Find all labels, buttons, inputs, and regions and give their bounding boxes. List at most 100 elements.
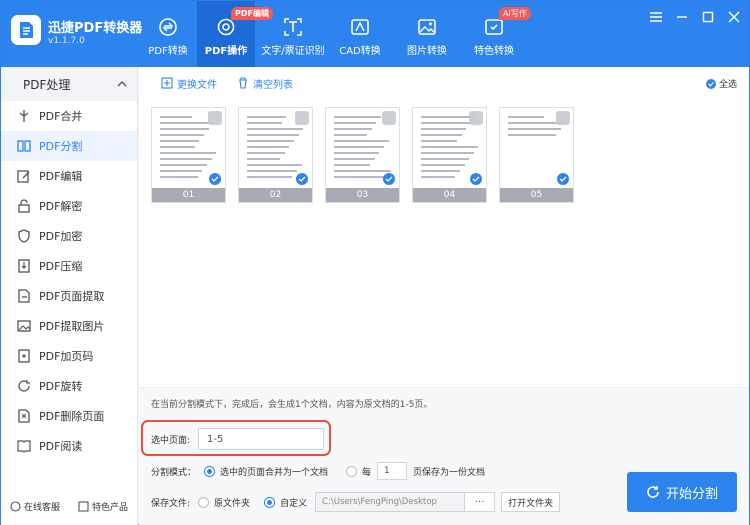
check-icon[interactable]	[209, 173, 221, 185]
sidebar-item-rotate[interactable]: PDF旋转	[1, 371, 137, 401]
check-icon[interactable]	[557, 173, 569, 185]
save-original-label: 原文件夹	[214, 498, 251, 509]
start-split-label: 开始分割	[665, 486, 718, 502]
app-logo	[11, 15, 41, 45]
select-all-checkbox[interactable]: 全选	[705, 77, 737, 90]
check-icon[interactable]	[470, 173, 482, 185]
sidebar-header[interactable]: PDF处理	[1, 67, 137, 101]
check-icon[interactable]	[383, 173, 395, 185]
split-mode-row: 分割模式： 选中的页面合并为一个文档 每 1 页保存为一份文档	[151, 462, 485, 480]
minimize-icon[interactable]	[675, 10, 689, 24]
sidebar-item-merge[interactable]: PDF合并	[1, 101, 137, 131]
browse-button[interactable]: ···	[465, 492, 496, 512]
sidebar-item-label: PDF删除页面	[39, 410, 105, 423]
merge-icon	[19, 110, 29, 122]
online-service-link[interactable]: 在线客服	[10, 500, 60, 513]
maximize-icon[interactable]	[701, 10, 715, 24]
sidebar-item-label: PDF解密	[39, 200, 83, 213]
ai-writing-badge: AI写作	[499, 7, 531, 20]
start-split-button[interactable]: 开始分割	[627, 472, 737, 512]
page-thumbnail[interactable]: 01	[151, 107, 226, 203]
sidebar-item-label: PDF加页码	[39, 350, 94, 363]
save-custom-radio[interactable]	[264, 496, 276, 508]
clear-list-button[interactable]: 清空列表	[237, 76, 293, 91]
replace-file-button[interactable]: 更换文件	[161, 76, 217, 91]
zoom-icon[interactable]	[382, 111, 396, 125]
sidebar-item-edit[interactable]: PDF编辑	[1, 161, 137, 191]
sidebar-item-label: PDF分割	[39, 140, 83, 153]
mode-merge-label: 选中的页面合并为一个文档	[220, 467, 329, 478]
sidebar-item-extract-pages[interactable]: PDF页面提取	[1, 281, 137, 311]
save-path-input[interactable]: C:\Users\FengPing\Desktop	[315, 492, 466, 512]
zoom-icon[interactable]	[295, 111, 309, 125]
page-preview	[160, 116, 218, 182]
page-thumbnail[interactable]: 03	[325, 107, 400, 203]
page-number: 04	[413, 188, 486, 202]
tab-special-convert[interactable]: AI写作 特色转换	[465, 1, 531, 67]
save-original-radio[interactable]	[198, 496, 210, 508]
chevron-up-icon	[117, 81, 127, 87]
page-thumbnail[interactable]: 05	[499, 107, 574, 203]
page-thumbnail[interactable]: 04	[412, 107, 487, 203]
menu-icon[interactable]	[649, 10, 663, 24]
sidebar-item-extract-images[interactable]: PDF提取图片	[1, 311, 137, 341]
selected-pages-label: 选中页面:	[151, 435, 191, 446]
check-icon[interactable]	[296, 173, 308, 185]
app-version: v1.1.7.0	[48, 36, 85, 46]
sidebar-item-label: PDF压缩	[39, 260, 83, 273]
edit-icon	[17, 170, 30, 183]
sidebar-item-split[interactable]: PDF分割	[1, 131, 137, 161]
selected-pages-input[interactable]: 1-5	[198, 428, 325, 450]
page-preview	[247, 116, 305, 182]
sidebar-item-label: PDF编辑	[39, 170, 83, 183]
mode-every-radio[interactable]	[346, 465, 358, 477]
book-icon	[17, 440, 31, 453]
save-row: 保存文件: 原文件夹 自定义 C:\Users\FengPing\Desktop…	[151, 492, 561, 512]
mode-merge-radio[interactable]	[204, 465, 216, 477]
zoom-icon[interactable]	[469, 111, 483, 125]
window-controls	[649, 10, 741, 24]
sidebar-item-decrypt[interactable]: PDF解密	[1, 191, 137, 221]
rotate-icon	[18, 380, 30, 392]
tab-text-recognition[interactable]: 文字/票证识别	[255, 1, 331, 67]
sidebar-item-compress[interactable]: PDF压缩	[1, 251, 137, 281]
featured-products-label: 特色产品	[91, 503, 128, 513]
featured-products-link[interactable]: 特色产品	[78, 500, 128, 513]
every-count-input[interactable]: 1	[377, 462, 408, 480]
image-icon	[17, 320, 31, 332]
sidebar: PDF处理 PDF合并 PDF分割 PDF编辑 PDF解密 PDF加密 PDF压…	[1, 67, 138, 525]
gear-icon	[217, 18, 235, 36]
page-number: 01	[152, 188, 225, 202]
unlock-icon	[18, 199, 30, 213]
sidebar-item-page-number[interactable]: PDF加页码	[1, 341, 137, 371]
zoom-icon[interactable]	[208, 111, 222, 125]
zoom-icon[interactable]	[556, 111, 570, 125]
sidebar-item-delete-pages[interactable]: PDF删除页面	[1, 401, 137, 431]
sidebar-item-label: PDF加密	[39, 230, 83, 243]
app-window: 迅捷PDF转换器 v1.1.7.0 PDF转换 PDF编辑 PDF操作 文字/票…	[0, 0, 750, 525]
special-icon	[485, 19, 503, 35]
scan-icon	[284, 18, 302, 36]
page-number-icon	[18, 349, 30, 363]
tab-image-convert[interactable]: 图片转换	[389, 1, 465, 67]
tab-pdf-convert[interactable]: PDF转换	[139, 1, 197, 67]
sidebar-header-label: PDF处理	[23, 77, 71, 92]
open-folder-button[interactable]: 打开文件夹	[501, 492, 561, 512]
sidebar-item-encrypt[interactable]: PDF加密	[1, 221, 137, 251]
tab-cad-convert[interactable]: CAD转换	[331, 1, 389, 67]
split-icon	[17, 140, 31, 152]
sidebar-item-label: PDF提取图片	[39, 320, 105, 333]
split-info-text: 在当前分割模式下，完成后，会生成1个文档，内容为原文档的1-5页。	[151, 400, 433, 410]
close-icon[interactable]	[727, 10, 741, 24]
trash-icon	[239, 77, 247, 89]
mode-every-label: 每	[362, 467, 372, 478]
sidebar-item-label: PDF阅读	[39, 440, 83, 453]
sidebar-item-read[interactable]: PDF阅读	[1, 431, 137, 461]
select-all-label: 全选	[718, 80, 737, 90]
page-thumbnail[interactable]: 02	[238, 107, 313, 203]
products-icon	[78, 501, 89, 512]
page-preview	[421, 116, 479, 182]
page-number: 05	[500, 188, 573, 202]
sidebar-footer: 在线客服 特色产品	[1, 500, 137, 513]
tab-pdf-operate[interactable]: PDF编辑 PDF操作	[197, 1, 273, 67]
